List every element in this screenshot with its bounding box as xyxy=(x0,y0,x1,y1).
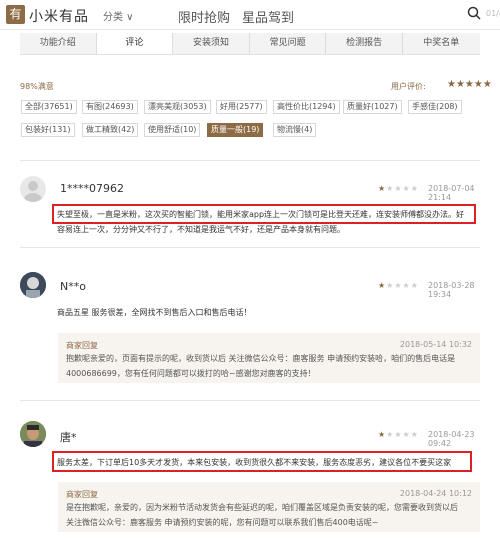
divider xyxy=(20,400,480,401)
review-text-line1: 商品五星 服务很差，全网找不到售后入口和售后电话！ xyxy=(57,308,252,317)
filter-quality-good[interactable]: 质量好(1027) xyxy=(343,100,402,114)
highlight-box xyxy=(52,204,476,224)
review-date: 2018-07-04 21:14 xyxy=(428,184,475,202)
rating-label: 用户评价: xyxy=(391,82,426,91)
review-stars: ★★★★★ xyxy=(378,184,419,193)
filter-useful[interactable]: 好用(2577) xyxy=(216,100,267,114)
brand-name[interactable]: 小米有品 xyxy=(29,6,89,26)
review-username: N**o xyxy=(60,280,86,293)
review-stars: ★★★★★ xyxy=(378,430,419,439)
satisfaction-rate: 98%满意 xyxy=(20,82,54,91)
filter-slow-logistics[interactable]: 物流慢(4) xyxy=(273,123,317,137)
reply-date: 2018-04-24 10:12 xyxy=(399,489,472,498)
nav-flash-sale[interactable]: 限时抢购 xyxy=(178,7,230,26)
tab-test-report[interactable]: 检测报告 xyxy=(326,33,403,54)
reply-date: 2018-05-14 10:32 xyxy=(399,340,472,349)
filter-comfort[interactable]: 使用舒适(10) xyxy=(144,123,201,137)
rating-stars: ★★★★★ xyxy=(447,79,492,90)
filter-beautiful[interactable]: 漂亮美观(3053) xyxy=(144,100,211,114)
nav-star-products[interactable]: 星品驾到 xyxy=(242,7,294,26)
tab-features[interactable]: 功能介绍 xyxy=(20,33,97,54)
merchant-reply: 商家回复 2018-04-24 10:12 是在抱歉呢，亲爱的，因为米粉节活动发… xyxy=(58,482,480,532)
reply-text-line2: 4000686699，您有任何问题都可以拨打的哈~感谢您对鹿客的支持！ xyxy=(66,369,316,378)
divider xyxy=(20,160,480,161)
product-tabs: 功能介绍 评论 安装须知 常见问题 检测报告 中奖名单 xyxy=(20,33,480,55)
merchant-reply: 商家回复 2018-05-14 10:32 抱歉呢亲爱的，页面有提示的呢，收到货… xyxy=(58,333,480,383)
divider xyxy=(20,247,480,248)
tab-install-notes[interactable]: 安装须知 xyxy=(173,33,250,54)
review-username: 唐* xyxy=(60,431,77,444)
filter-workmanship[interactable]: 做工精致(42) xyxy=(82,123,139,137)
review-text-line2: 容易连上一次，分分钟又不行了，不知道是我运气不好，还是产品本身就有问题。 xyxy=(57,225,345,234)
reply-label: 商家回复 xyxy=(66,341,98,350)
filter-all[interactable]: 全部(37651) xyxy=(21,100,77,114)
brand-logo[interactable]: 有 xyxy=(6,5,25,24)
reply-label: 商家回复 xyxy=(66,490,98,499)
avatar xyxy=(20,421,46,447)
reply-text-line2: 关注微信公众号：鹿客服务 申请预约安装的呢，您有问题可以联系我们售后400电话呢… xyxy=(66,518,379,527)
filter-feel[interactable]: 手感佳(208) xyxy=(408,100,462,114)
tab-winners[interactable]: 中奖名单 xyxy=(403,33,480,54)
search-icon[interactable] xyxy=(467,6,481,20)
review-date: 2018-04-23 09:42 xyxy=(428,430,475,448)
highlight-box xyxy=(52,451,472,472)
filter-with-photos[interactable]: 有图(24693) xyxy=(82,100,138,114)
category-dropdown[interactable]: 分类 ∨ xyxy=(103,8,134,23)
filter-packaging[interactable]: 包装好(131) xyxy=(21,123,75,137)
tab-reviews[interactable]: 评论 xyxy=(96,33,174,54)
reply-text-line1: 是在抱歉呢，亲爱的，因为米粉节活动发货会有些延迟的呢，咱们覆盖区域是负责安装的呢… xyxy=(66,503,458,512)
search-hint: 01/8 xyxy=(486,9,500,18)
tab-faq[interactable]: 常见问题 xyxy=(250,33,327,54)
reply-text-line1: 抱歉呢亲爱的，页面有提示的呢，收到货以后 关注微信公众号：鹿客服务 申请预约安装… xyxy=(66,354,456,363)
top-bar: 有 小米有品 分类 ∨ 限时抢购 星品驾到 01/8 xyxy=(0,0,500,30)
review-stars: ★★★★★ xyxy=(378,281,419,290)
filter-quality-average[interactable]: 质量一般(19) xyxy=(207,123,264,137)
review-username: 1****07962 xyxy=(60,182,124,195)
avatar xyxy=(20,176,46,202)
avatar xyxy=(20,272,46,298)
filter-value[interactable]: 高性价比(1294) xyxy=(273,100,340,114)
review-date: 2018-03-28 19:34 xyxy=(428,281,475,299)
